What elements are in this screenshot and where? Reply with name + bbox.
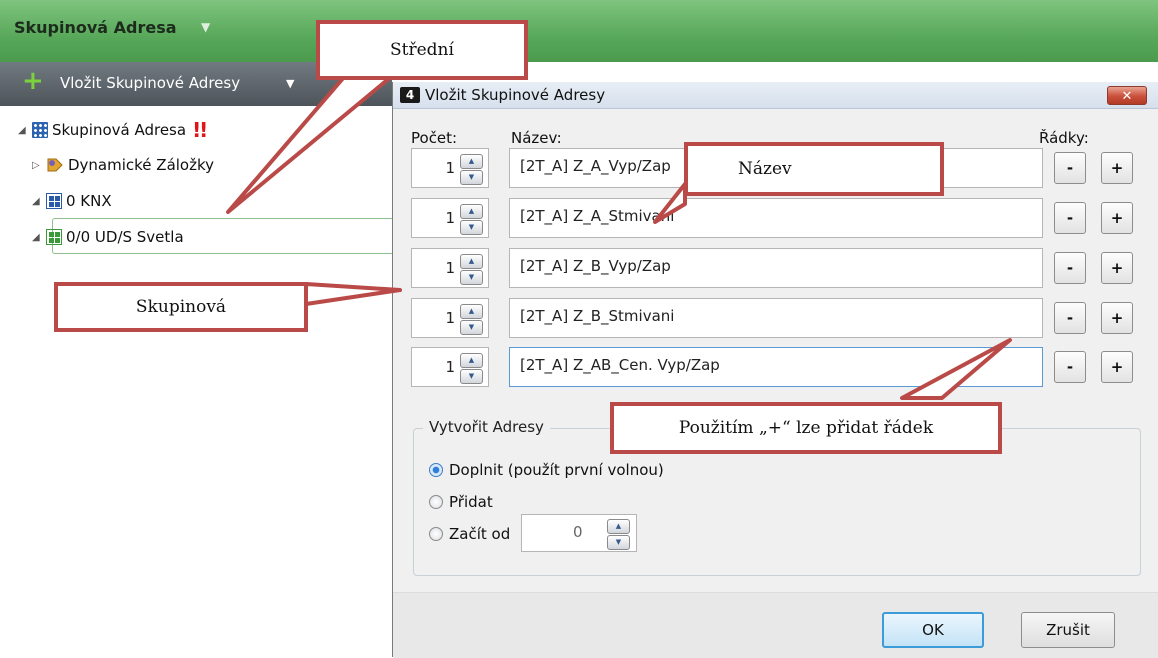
callout-pridat: Použitím „+“ lze přidat řádek: [610, 402, 1002, 454]
pointer-skupinova: [304, 282, 402, 306]
pointer-stredni: [226, 74, 394, 214]
pointer-pridat: [900, 338, 1012, 400]
callout-nazev: Název: [684, 142, 944, 196]
callout-stredni: Střední: [316, 20, 528, 80]
pointer-nazev: [653, 182, 687, 224]
callout-skupinova: Skupinová: [54, 282, 308, 332]
